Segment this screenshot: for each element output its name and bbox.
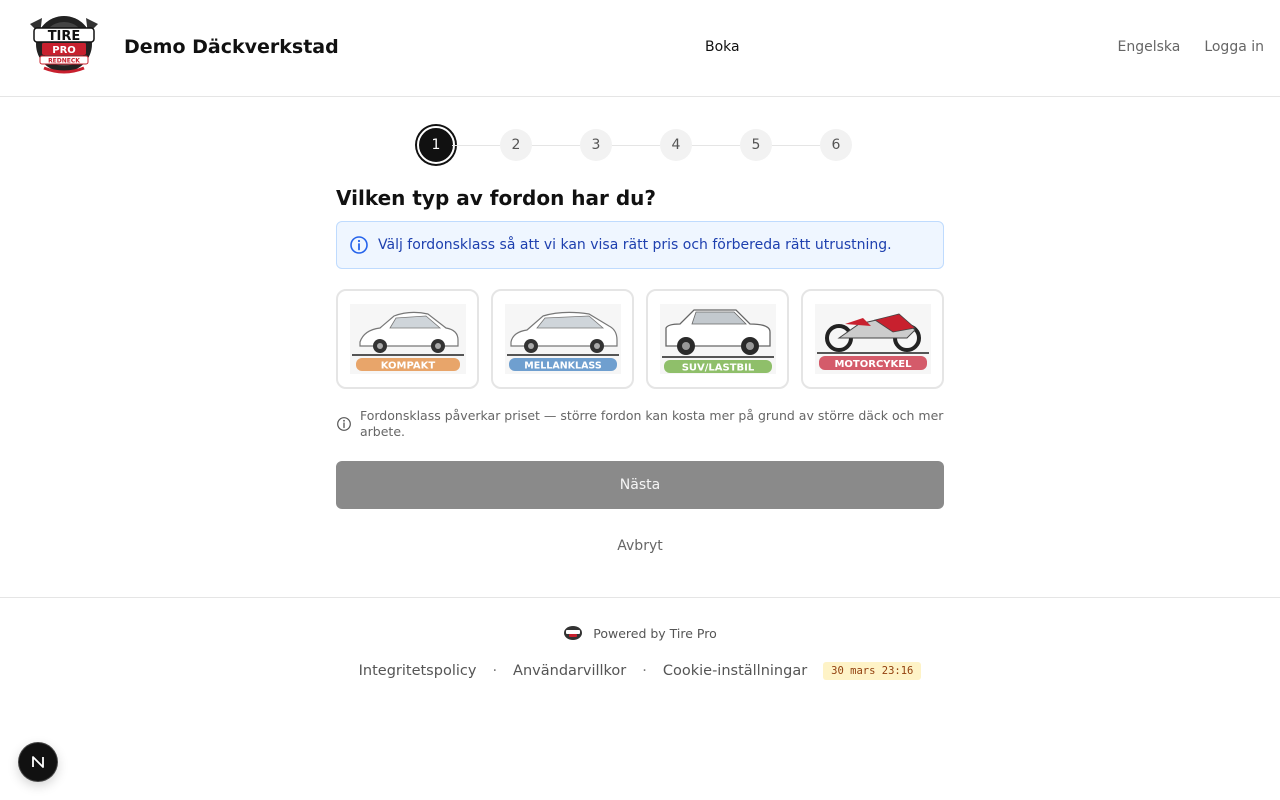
progress-stepper: 1 2 3 4 5 6: [417, 126, 852, 164]
vehicle-class-options: KOMPAKT MELLANKLASS SUV/LASTBIL MOTORCYK…: [336, 289, 944, 389]
nav-book-link[interactable]: Boka: [705, 39, 740, 55]
powered-by-text: Powered by Tire Pro: [593, 625, 717, 641]
info-icon: [337, 417, 351, 431]
n-logo-icon: [32, 756, 44, 768]
language-switch-link[interactable]: Engelska: [1117, 39, 1180, 55]
vehicle-label-suv-truck: SUV/LASTBIL: [681, 363, 754, 374]
next-button[interactable]: Nästa: [336, 461, 944, 509]
step-connector: [772, 144, 820, 146]
page-title: Vilken typ av fordon har du?: [336, 186, 657, 210]
logo-text-pro: PRO: [52, 45, 76, 56]
cookie-settings-link[interactable]: Cookie-inställningar: [663, 663, 807, 679]
app-header: TIRE PRO REDNECK Demo Däckverkstad Boka …: [0, 0, 1280, 97]
separator: ·: [642, 663, 647, 679]
midsize-car-illustration: MELLANKLASS: [504, 304, 621, 374]
terms-link[interactable]: Användarvillkor: [513, 663, 626, 679]
step-connector: [532, 144, 580, 146]
vehicle-label-compact: KOMPAKT: [380, 361, 435, 372]
footer-links: Integritetspolicy · Användarvillkor · Co…: [0, 662, 1280, 680]
tire-pro-mini-logo: [564, 626, 583, 640]
step-2: 2: [500, 129, 532, 161]
vehicle-option-suv-truck[interactable]: SUV/LASTBIL: [646, 289, 789, 389]
footer-divider: [0, 597, 1280, 598]
compact-car-illustration: KOMPAKT: [349, 304, 466, 374]
logo-text-redneck: REDNECK: [48, 58, 80, 65]
info-icon: [350, 236, 368, 254]
timestamp-badge: 30 mars 23:16: [823, 662, 922, 680]
powered-by: Powered by Tire Pro: [0, 625, 1280, 641]
step-6: 6: [820, 129, 852, 161]
logo-text-tire: TIRE: [48, 29, 81, 44]
vehicle-label-motorcycle: MOTORCYKEL: [834, 359, 912, 370]
vehicle-option-compact[interactable]: KOMPAKT: [336, 289, 479, 389]
step-1: 1: [417, 126, 455, 164]
step-4: 4: [660, 129, 692, 161]
info-banner: Välj fordonsklass så att vi kan visa rät…: [336, 221, 944, 269]
motorcycle-illustration: MOTORCYKEL: [814, 304, 931, 374]
login-link[interactable]: Logga in: [1204, 39, 1264, 55]
pricing-note-text: Fordonsklass påverkar priset — större fo…: [360, 408, 944, 439]
suv-truck-illustration: SUV/LASTBIL: [659, 304, 776, 374]
info-banner-text: Välj fordonsklass så att vi kan visa rät…: [378, 237, 892, 253]
vehicle-option-motorcycle[interactable]: MOTORCYKEL: [801, 289, 944, 389]
header-actions: Engelska Logga in: [1117, 39, 1264, 55]
vehicle-label-midsize: MELLANKLASS: [524, 361, 602, 372]
dev-tools-n-icon[interactable]: [19, 743, 57, 781]
step-connector: [612, 144, 660, 146]
shop-name: Demo Däckverkstad: [124, 36, 339, 58]
tire-pro-logo[interactable]: TIRE PRO REDNECK: [24, 14, 104, 78]
step-3: 3: [580, 129, 612, 161]
step-connector: [452, 144, 500, 146]
step-5: 5: [740, 129, 772, 161]
step-connector: [692, 144, 740, 146]
pricing-note: Fordonsklass påverkar priset — större fo…: [336, 408, 944, 440]
separator: ·: [492, 663, 498, 679]
vehicle-option-midsize[interactable]: MELLANKLASS: [491, 289, 634, 389]
privacy-policy-link[interactable]: Integritetspolicy: [359, 663, 477, 679]
cancel-link[interactable]: Avbryt: [336, 538, 944, 554]
